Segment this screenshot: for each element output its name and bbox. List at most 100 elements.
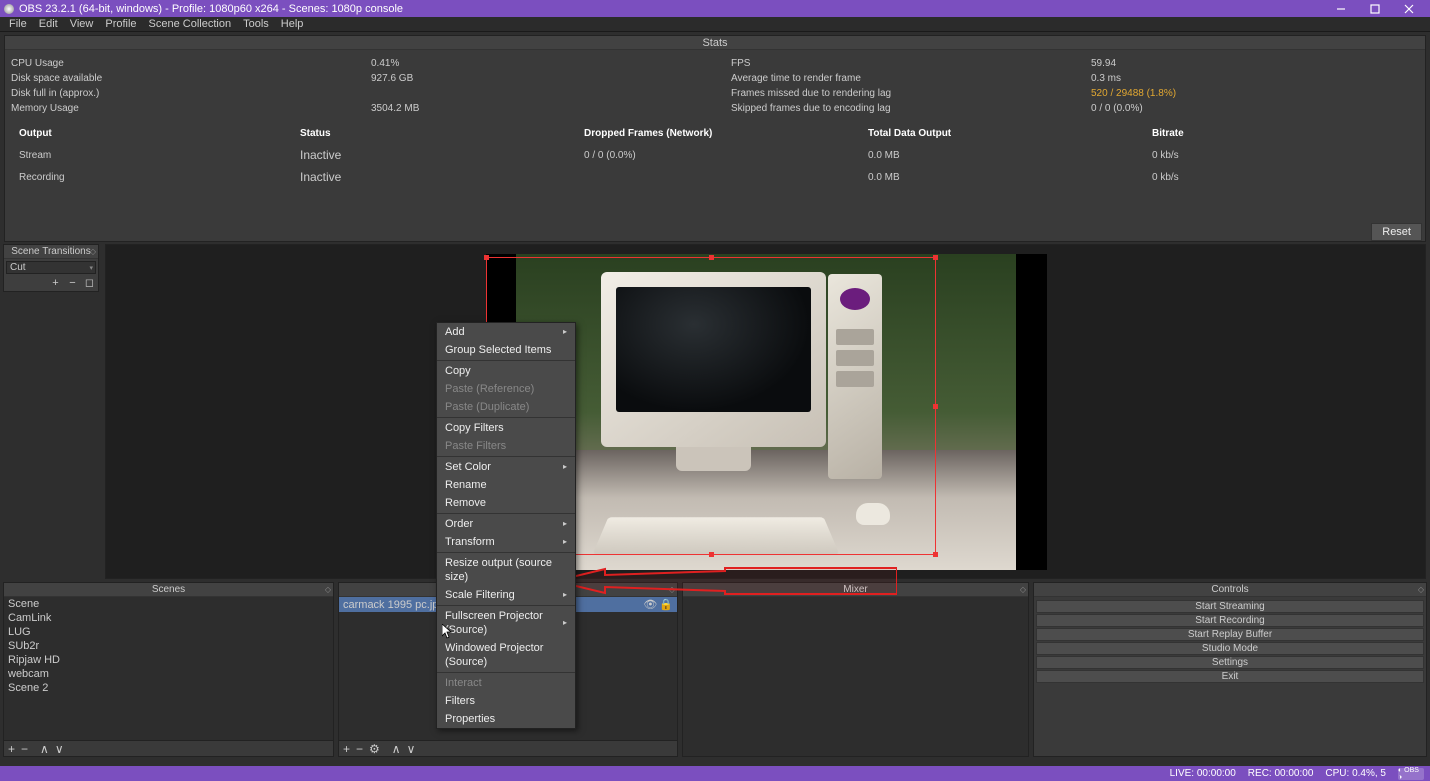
source-up-button[interactable]: ∧ [392, 742, 401, 756]
ctx-group[interactable]: Group Selected Items [437, 341, 575, 359]
sources-toolbar: + − ⚙ ∧ ∨ [339, 740, 677, 756]
table-row: Recording Inactive 0.0 MB 0 kb/s [7, 167, 1423, 187]
menu-profile[interactable]: Profile [99, 18, 142, 30]
mixer-panel: Mixer◇ [682, 582, 1029, 757]
col-bitrate: Bitrate [1146, 124, 1423, 143]
controls-panel: Controls◇ Start Streaming Start Recordin… [1033, 582, 1427, 757]
start-streaming-button[interactable]: Start Streaming [1036, 600, 1424, 613]
eye-icon[interactable]: 👁 [643, 598, 657, 611]
scene-transitions-dock: Scene Transitions◇ Cut + − ◻ [3, 244, 99, 292]
scene-item[interactable]: CamLink [4, 611, 333, 625]
scene-up-button[interactable]: ∧ [40, 742, 49, 756]
settings-button[interactable]: Settings [1036, 656, 1424, 669]
recording-total: 0.0 MB [862, 167, 1144, 187]
exit-button[interactable]: Exit [1036, 670, 1424, 683]
cpu-usage-value: 0.41% [365, 56, 725, 71]
resize-handle[interactable] [933, 255, 938, 260]
menu-help[interactable]: Help [275, 18, 310, 30]
menu-file[interactable]: File [3, 18, 33, 30]
status-live: LIVE: 00:00:00 [1170, 768, 1236, 779]
disk-space-label: Disk space available [5, 71, 365, 86]
menu-scene-collection[interactable]: Scene Collection [143, 18, 238, 30]
col-total: Total Data Output [862, 124, 1144, 143]
menu-tools[interactable]: Tools [237, 18, 275, 30]
transition-properties-button[interactable]: ◻ [83, 276, 96, 289]
menubar: File Edit View Profile Scene Collection … [0, 17, 1430, 32]
add-scene-button[interactable]: + [8, 742, 15, 756]
memory-usage-value: 3504.2 MB [365, 101, 725, 116]
stream-output: Stream [7, 145, 292, 165]
preview-area[interactable] [105, 244, 1426, 579]
disk-full-value [365, 86, 725, 101]
remove-scene-button[interactable]: − [21, 742, 28, 756]
reset-button[interactable]: Reset [1371, 223, 1422, 241]
scene-item[interactable]: Scene 2 [4, 681, 333, 695]
col-output: Output [7, 124, 292, 143]
disk-full-label: Disk full in (approx.) [5, 86, 365, 101]
start-replay-buffer-button[interactable]: Start Replay Buffer [1036, 628, 1424, 641]
obs-icon [4, 4, 14, 14]
ctx-fullscreen-projector[interactable]: Fullscreen Projector (Source) [437, 607, 575, 639]
ctx-copy-filters[interactable]: Copy Filters [437, 419, 575, 437]
source-down-button[interactable]: ∨ [407, 742, 416, 756]
frames-missed-value: 520 / 29488 (1.8%) [1085, 86, 1430, 101]
scene-item[interactable]: Ripjaw HD [4, 653, 333, 667]
source-context-menu: Add Group Selected Items Copy Paste (Ref… [436, 322, 576, 729]
status-rec: REC: 00:00:00 [1248, 768, 1314, 779]
frames-missed-label: Frames missed due to rendering lag [725, 86, 1085, 101]
add-transition-button[interactable]: + [49, 276, 62, 289]
stream-bitrate: 0 kb/s [1146, 145, 1423, 165]
scene-item[interactable]: webcam [4, 667, 333, 681]
recording-output: Recording [7, 167, 292, 187]
recording-status: Inactive [294, 167, 576, 187]
ctx-set-color[interactable]: Set Color [437, 458, 575, 476]
scene-item[interactable]: Scene [4, 597, 333, 611]
lock-icon[interactable]: 🔒 [659, 598, 673, 611]
transition-select[interactable]: Cut [6, 261, 96, 274]
remove-transition-button[interactable]: − [66, 276, 79, 289]
ctx-order[interactable]: Order [437, 515, 575, 533]
maximize-button[interactable] [1358, 0, 1392, 17]
mixer-body [683, 597, 1028, 756]
ctx-filters[interactable]: Filters [437, 692, 575, 710]
ctx-rename[interactable]: Rename [437, 476, 575, 494]
scene-down-button[interactable]: ∨ [55, 742, 64, 756]
fps-label: FPS [725, 56, 1085, 71]
resize-handle[interactable] [709, 552, 714, 557]
scene-item[interactable]: SUb2r [4, 639, 333, 653]
scenes-list[interactable]: Scene CamLink LUG SUb2r Ripjaw HD webcam… [4, 597, 333, 740]
ctx-remove[interactable]: Remove [437, 494, 575, 512]
resize-handle[interactable] [933, 404, 938, 409]
ctx-scale-filtering[interactable]: Scale Filtering [437, 586, 575, 604]
start-recording-button[interactable]: Start Recording [1036, 614, 1424, 627]
memory-usage-label: Memory Usage [5, 101, 365, 116]
scene-transitions-title: Scene Transitions◇ [4, 245, 98, 259]
ctx-transform[interactable]: Transform [437, 533, 575, 551]
window-titlebar: OBS 23.2.1 (64-bit, windows) - Profile: … [0, 0, 1430, 17]
scene-item[interactable]: LUG [4, 625, 333, 639]
add-source-button[interactable]: + [343, 742, 350, 756]
source-label: carmack 1995 pc.jpg [343, 599, 445, 611]
ctx-resize-output[interactable]: Resize output (source size) [437, 554, 575, 586]
remove-source-button[interactable]: − [356, 742, 363, 756]
ctx-properties[interactable]: Properties [437, 710, 575, 728]
ctx-copy[interactable]: Copy [437, 362, 575, 380]
table-row: Stream Inactive 0 / 0 (0.0%) 0.0 MB 0 kb… [7, 145, 1423, 165]
resize-handle[interactable] [933, 552, 938, 557]
resize-handle[interactable] [484, 255, 489, 260]
minimize-button[interactable] [1324, 0, 1358, 17]
ctx-windowed-projector[interactable]: Windowed Projector (Source) [437, 639, 575, 671]
skipped-frames-label: Skipped frames due to encoding lag [725, 101, 1085, 116]
col-status: Status [294, 124, 576, 143]
menu-view[interactable]: View [64, 18, 100, 30]
studio-mode-button[interactable]: Studio Mode [1036, 642, 1424, 655]
output-table: Output Status Dropped Frames (Network) T… [5, 122, 1425, 189]
ctx-add[interactable]: Add [437, 323, 575, 341]
resize-handle[interactable] [709, 255, 714, 260]
source-properties-button[interactable]: ⚙ [369, 742, 380, 756]
menu-edit[interactable]: Edit [33, 18, 64, 30]
close-button[interactable] [1392, 0, 1426, 17]
recording-bitrate: 0 kb/s [1146, 167, 1423, 187]
scenes-panel: Scenes◇ Scene CamLink LUG SUb2r Ripjaw H… [3, 582, 334, 757]
stream-status: Inactive [294, 145, 576, 165]
